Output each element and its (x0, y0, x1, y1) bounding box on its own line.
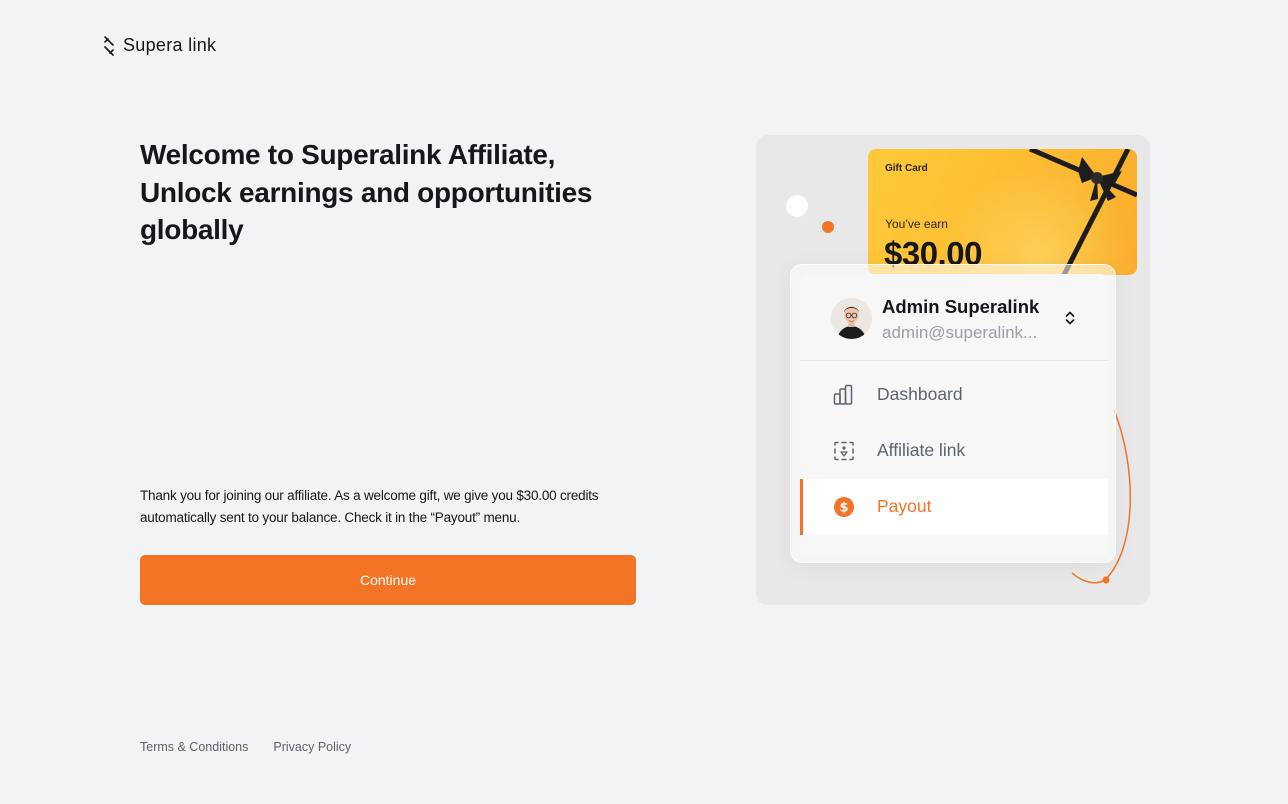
bar-chart-icon (833, 384, 855, 406)
nav-item-dashboard[interactable]: Dashboard (800, 367, 1108, 423)
gift-card-title: Gift Card (885, 163, 928, 174)
profile-email: admin@superalink... (882, 323, 1038, 342)
logo-mark-icon (104, 35, 114, 56)
share-icon (833, 440, 855, 462)
svg-text:$: $ (839, 501, 848, 516)
user-avatar-icon (831, 298, 872, 339)
account-menu: Admin Superalink admin@superalink... Das… (800, 274, 1108, 555)
welcome-illustration: Gift Card You’ve earn $30.00 Admin Super… (756, 135, 1150, 605)
page-title: Welcome to Superalink Affiliate, Unlock … (140, 136, 620, 249)
profile-header[interactable]: Admin Superalink admin@superalink... (800, 274, 1108, 361)
nav-item-payout[interactable]: $ Payout (800, 479, 1108, 535)
headline-line: Welcome to Superalink Affiliate, (140, 139, 556, 170)
brand-logo[interactable]: Supera link (102, 35, 216, 56)
description-line: automatically sent to your balance. Chec… (140, 510, 521, 525)
nav-item-label: Dashboard (877, 384, 963, 404)
chevron-up-down-icon[interactable] (1062, 308, 1078, 328)
profile-name: Admin Superalink (882, 296, 1040, 317)
brand-name: Supera link (123, 35, 217, 55)
terms-link[interactable]: Terms & Conditions (140, 740, 248, 754)
continue-button[interactable]: Continue (140, 555, 636, 605)
gift-card-earn-label: You’ve earn (885, 217, 948, 231)
nav-item-label: Payout (877, 496, 932, 516)
dollar-icon: $ (833, 496, 855, 518)
decorative-dot (822, 221, 834, 233)
nav-item-affiliate-link[interactable]: Affiliate link (800, 423, 1108, 479)
footer-links: Terms & Conditions Privacy Policy (140, 740, 351, 754)
headline-line: Unlock earnings and opportunities (140, 176, 593, 208)
headline-line: globally (140, 214, 244, 245)
welcome-description: Thank you for joining our affiliate. As … (140, 485, 640, 529)
decorative-dot (786, 195, 808, 217)
account-menu-card: Admin Superalink admin@superalink... Das… (790, 264, 1116, 563)
avatar (831, 298, 872, 339)
privacy-link[interactable]: Privacy Policy (273, 740, 351, 754)
gift-card: Gift Card You’ve earn $30.00 (868, 149, 1137, 275)
description-line: Thank you for joining our affiliate. As … (140, 488, 599, 503)
nav-item-label: Affiliate link (877, 440, 966, 460)
